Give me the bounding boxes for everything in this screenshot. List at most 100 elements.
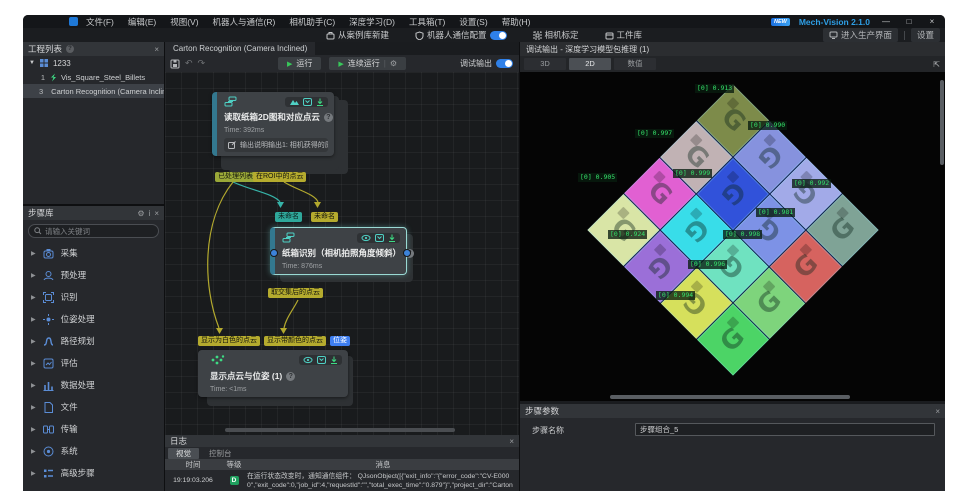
undo-icon[interactable]: ↶ (185, 58, 193, 69)
step-category-3[interactable]: ▶识别 (23, 286, 164, 308)
robot-comm-config-button[interactable]: 机器人通信配置 (415, 29, 507, 41)
debug-output-toggle[interactable] (496, 59, 513, 68)
output-port-label[interactable]: 取交集后的点云 (268, 288, 323, 298)
help-icon[interactable]: ? (66, 45, 74, 53)
log-row[interactable]: 19:19:03.206 D 在运行状态改变时，通知通信组件： QJsonObj… (165, 470, 519, 491)
project-items: 1Vis_Square_Steel_Billets3Carton Recogni… (23, 70, 164, 98)
minimize-button[interactable]: — (879, 17, 893, 26)
maximize-button[interactable]: □ (902, 17, 916, 26)
caret-right-icon[interactable]: ▶ (31, 382, 36, 389)
step-category-10[interactable]: ▶系统 (23, 440, 164, 462)
eye-icon[interactable] (361, 234, 371, 242)
caret-right-icon[interactable]: ▶ (31, 426, 36, 433)
close-button[interactable]: × (925, 17, 939, 26)
collapse-icon[interactable] (303, 98, 312, 106)
caret-right-icon[interactable]: ▶ (31, 448, 36, 455)
viewport-vertical-scrollbar[interactable] (940, 80, 944, 165)
step-category-1[interactable]: ▶采集 (23, 242, 164, 264)
step-categories: ▶采集▶预处理▶识别▶位姿处理▶路径规划▶评估▶数据处理▶文件▶传输▶系统▶高级… (23, 242, 164, 484)
run-settings-gear-icon[interactable]: ⚙ (390, 59, 397, 68)
step-category-2[interactable]: ▶预处理 (23, 264, 164, 286)
node-read-images[interactable]: 读取纸箱2D图和对应点云? Time: 392ms 输出说明输出1: 相机获得的… (212, 92, 334, 156)
input-port-label[interactable]: 未命名 (311, 212, 338, 222)
visualize-icon[interactable] (289, 98, 299, 106)
menu-item[interactable]: 相机助手(C) (289, 16, 335, 28)
new-from-case-button[interactable]: 从案例库新建 (326, 29, 389, 41)
gear-icon[interactable]: ⚙ (137, 209, 144, 218)
inference-image-viewport[interactable]: GGGGGGGGGGGGGGGG [0] 0.913[0] 0.990[0] 0… (520, 72, 945, 401)
workpiece-library-button[interactable]: 工件库 (605, 29, 643, 41)
step-category-9[interactable]: ▶传输 (23, 418, 164, 440)
settings-button[interactable]: 设置 (911, 28, 940, 42)
robot-comm-toggle[interactable] (490, 31, 507, 40)
caret-right-icon[interactable]: ▶ (31, 294, 36, 301)
step-name-input[interactable] (635, 423, 935, 436)
step-category-5[interactable]: ▶路径规划 (23, 330, 164, 352)
log-tab-console[interactable]: 控制台 (201, 448, 240, 459)
project-item[interactable]: 1Vis_Square_Steel_Billets (23, 70, 164, 84)
eye-icon[interactable] (303, 356, 313, 364)
menu-item[interactable]: 视图(V) (170, 16, 198, 28)
canvas-tab[interactable]: Carton Recognition (Camera Inclined) (165, 42, 315, 55)
menu-item[interactable]: 机器人与通信(R) (213, 16, 276, 28)
collapse-icon[interactable] (317, 356, 326, 364)
menu-item[interactable]: 帮助(H) (502, 16, 531, 28)
node-help-icon[interactable]: ? (324, 113, 333, 122)
menu-item[interactable]: 工具箱(T) (409, 16, 445, 28)
log-tab-vision[interactable]: 视觉 (168, 448, 199, 459)
caret-right-icon[interactable]: ▶ (31, 404, 36, 411)
step-panel-close-icon[interactable]: × (154, 209, 159, 218)
node-carton-recognition[interactable]: 纸箱识别（相机拍照角度倾斜）? Time: 876ms (270, 227, 407, 275)
menu-item[interactable]: 设置(S) (459, 16, 487, 28)
redo-icon[interactable]: ↷ (198, 58, 206, 69)
info-icon[interactable]: i (149, 209, 151, 218)
input-port-label[interactable]: 显示带颜色的点云 (264, 336, 326, 346)
project-group-row[interactable]: ▼ 1233 (23, 56, 164, 70)
tab-2d[interactable]: 2D (569, 58, 611, 70)
run-button[interactable]: ▶ 运行 (278, 57, 321, 70)
caret-right-icon[interactable]: ▶ (31, 272, 36, 279)
output-port[interactable] (403, 249, 411, 257)
step-category-7[interactable]: ▶数据处理 (23, 374, 164, 396)
enter-production-button[interactable]: 进入生产界面 (823, 28, 898, 42)
step-category-4[interactable]: ▶位姿处理 (23, 308, 164, 330)
caret-down-icon[interactable]: ▼ (29, 60, 35, 66)
canvas-horizontal-scrollbar[interactable] (225, 428, 455, 432)
step-category-11[interactable]: ▶高级步骤 (23, 462, 164, 484)
project-panel-close-icon[interactable]: × (154, 45, 159, 54)
menu-item[interactable]: 文件(F) (86, 16, 114, 28)
log-close-icon[interactable]: × (509, 437, 514, 446)
caret-right-icon[interactable]: ▶ (31, 360, 36, 367)
tab-values[interactable]: 数值 (614, 58, 656, 70)
input-port[interactable] (270, 249, 278, 257)
caret-right-icon[interactable]: ▶ (31, 338, 36, 345)
output-arrow-icon[interactable] (388, 234, 396, 242)
output-port-label[interactable]: 在ROI中的点云 (253, 172, 306, 182)
caret-right-icon[interactable]: ▶ (31, 470, 36, 477)
output-arrow-icon[interactable] (316, 98, 324, 106)
step-search-input[interactable] (45, 227, 153, 236)
caret-right-icon[interactable]: ▶ (31, 250, 36, 257)
input-port-label[interactable]: 位姿 (330, 336, 350, 346)
output-port-label[interactable]: 已处理列表 (215, 172, 256, 182)
save-icon[interactable] (170, 59, 180, 69)
node-show-pointcloud[interactable]: 显示点云与位姿 (1)? Time: <1ms (198, 350, 348, 397)
open-in-window-icon[interactable]: ⇱ (933, 60, 940, 69)
output-arrow-icon[interactable] (330, 356, 338, 364)
caret-right-icon[interactable]: ▶ (31, 316, 36, 323)
step-parameters-close-icon[interactable]: × (935, 407, 940, 416)
node-help-icon[interactable]: ? (286, 372, 295, 381)
project-item[interactable]: 3Carton Recognition (Camera Inclined) (23, 84, 164, 98)
step-category-6[interactable]: ▶评估 (23, 352, 164, 374)
graph-canvas[interactable]: 读取纸箱2D图和对应点云? Time: 392ms 输出说明输出1: 相机获得的… (165, 72, 519, 435)
menu-item[interactable]: 编辑(E) (128, 16, 156, 28)
camera-calibration-button[interactable]: 相机标定 (533, 29, 579, 41)
run-continuous-button[interactable]: ▶ 连续运行 | ⚙ (329, 57, 406, 70)
viewport-horizontal-scrollbar[interactable] (610, 395, 850, 399)
collapse-icon[interactable] (375, 234, 384, 242)
menu-item[interactable]: 深度学习(D) (349, 16, 395, 28)
input-port-label[interactable]: 显示为白色的点云 (198, 336, 260, 346)
input-port-label[interactable]: 未命名 (275, 212, 302, 222)
tab-3d[interactable]: 3D (524, 58, 566, 70)
step-category-8[interactable]: ▶文件 (23, 396, 164, 418)
